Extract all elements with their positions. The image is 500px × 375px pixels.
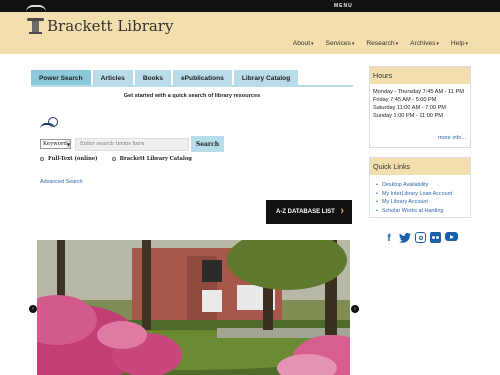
tabs-divider (31, 85, 353, 87)
quick-link-library-account[interactable]: My Library Account (376, 198, 470, 207)
caret-down-icon: ▾ (395, 41, 399, 47)
top-bar: MENU (0, 0, 500, 12)
search-tabs: Power Search Articles Books ePublication… (31, 70, 299, 86)
hours-list: Monday - Thursday 7:45 AM - 11 PM Friday… (370, 84, 470, 120)
option-full-text[interactable]: Full-Text (online) (40, 156, 98, 162)
library-logo[interactable]: Brackett Library (27, 17, 173, 35)
radio-icon[interactable] (111, 157, 116, 161)
search-field-select[interactable]: Keyword ▼ (40, 139, 71, 149)
nav-about[interactable]: About▾ (293, 40, 314, 47)
nav-research[interactable]: Research▾ (366, 40, 398, 47)
youtube-icon[interactable] (445, 232, 458, 241)
hours-box: Hours Monday - Thursday 7:45 AM - 11 PM … (369, 66, 471, 148)
search-scope-options: Full-Text (online) Brackett Library Cata… (40, 156, 192, 162)
hours-line: Sunday 1:00 PM - 11:00 PM (373, 113, 443, 119)
advanced-search-link[interactable]: Advanced Search (40, 179, 83, 185)
chevron-down-icon: ▼ (67, 140, 71, 148)
caret-down-icon: ▾ (351, 41, 355, 47)
quick-links-list: Desktop Availability My InterLibrary Loa… (370, 175, 470, 215)
social-links: f (383, 232, 458, 244)
column-icon (27, 18, 44, 34)
slider-prev-icon[interactable]: ‹ (29, 305, 37, 313)
tab-library-catalog[interactable]: Library Catalog (233, 70, 299, 86)
tab-books[interactable]: Books (134, 70, 171, 86)
site-title: Brackett Library (47, 17, 174, 35)
tab-epublications[interactable]: ePublications (172, 70, 232, 86)
quick-link-desktop-availability[interactable]: Desktop Availability (376, 181, 470, 190)
chevron-right-icon: › (340, 205, 344, 217)
instagram-icon[interactable] (415, 232, 426, 243)
caret-down-icon: ▾ (465, 41, 468, 47)
caret-down-icon: ▾ (436, 41, 439, 47)
main-nav: About▾ Services▾ Research▾ Archives▾ Hel… (293, 40, 468, 47)
search-button[interactable]: Search (191, 136, 224, 152)
search-panel: Power Search Articles Books ePublication… (31, 68, 353, 194)
search-row: Keyword ▼ Search (40, 136, 224, 152)
hours-line: Saturday 11:00 AM - 7:00 PM (373, 105, 446, 111)
facebook-icon[interactable]: f (383, 232, 395, 244)
flickr-icon[interactable] (430, 232, 441, 243)
campus-photo-slider[interactable] (37, 240, 350, 375)
tab-articles[interactable]: Articles (92, 70, 133, 86)
caret-down-icon: ▾ (311, 41, 314, 47)
nav-help[interactable]: Help▾ (451, 40, 468, 47)
quick-link-interlibrary-loan[interactable]: My InterLibrary Loan Account (376, 190, 470, 199)
quick-links-heading: Quick Links (370, 158, 470, 175)
ebsco-logo-icon (40, 117, 59, 131)
radio-icon[interactable] (40, 157, 44, 161)
harding-logo-icon[interactable] (26, 5, 46, 12)
twitter-icon[interactable] (399, 232, 411, 244)
search-input[interactable] (75, 137, 189, 151)
quick-link-scholar-works[interactable]: Scholar Works at Harding (376, 207, 470, 216)
hours-line: Friday 7:45 AM - 5:00 PM (373, 97, 437, 103)
tab-power-search[interactable]: Power Search (31, 70, 91, 86)
nav-services[interactable]: Services▾ (326, 40, 355, 47)
az-database-list-button[interactable]: A-Z DATABASE LIST › (266, 200, 352, 224)
campus-photo (37, 240, 350, 375)
nav-archives[interactable]: Archives▾ (410, 40, 439, 47)
hours-line: Monday - Thursday 7:45 AM - 11 PM (373, 89, 464, 95)
quick-links-box: Quick Links Desktop Availability My Inte… (369, 157, 471, 218)
search-tagline: Get started with a quick search of libra… (123, 93, 261, 99)
slider-next-icon[interactable]: › (351, 305, 359, 313)
more-info-link[interactable]: more info... (438, 135, 466, 141)
option-brackett-catalog[interactable]: Brackett Library Catalog (111, 156, 192, 162)
hours-heading: Hours (370, 67, 470, 84)
menu-button[interactable]: MENU (334, 3, 353, 9)
